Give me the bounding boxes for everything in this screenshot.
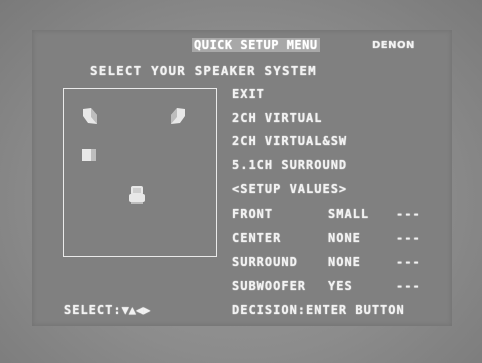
setting-extra-subwoofer: ---	[396, 279, 421, 293]
osd-screen: QUICK SETUP MENU DENON SELECT YOUR SPEAK…	[0, 0, 482, 363]
menu-item-setup-values[interactable]: <SETUP VALUES>	[232, 182, 347, 196]
speaker-front-right-icon	[171, 108, 185, 124]
speaker-surround-left-icon	[82, 149, 96, 161]
page-subtitle: SELECT YOUR SPEAKER SYSTEM	[90, 63, 317, 78]
menu-title: QUICK SETUP MENU	[192, 38, 320, 52]
menu-item-2ch-virtual[interactable]: 2CH VIRTUAL	[232, 111, 322, 125]
footer-decision-hint: DECISION:ENTER BUTTON	[232, 303, 405, 317]
listener-seat-icon	[129, 186, 145, 204]
brand-logo: DENON	[372, 40, 415, 51]
setting-extra-surround: ---	[396, 255, 421, 269]
setting-value-subwoofer[interactable]: YES	[328, 279, 353, 293]
setting-label-subwoofer: SUBWOOFER	[232, 279, 307, 293]
setting-extra-center: ---	[396, 231, 421, 245]
setting-value-surround[interactable]: NONE	[328, 255, 361, 269]
menu-item-2ch-virtual-sw[interactable]: 2CH VIRTUAL&SW	[232, 134, 347, 148]
setting-extra-front: ---	[396, 207, 421, 221]
setting-label-surround: SURROUND	[232, 255, 298, 269]
setting-label-front: FRONT	[232, 207, 274, 221]
footer-select-hint: SELECT:▼▲◀▶	[64, 303, 150, 317]
setting-value-front[interactable]: SMALL	[328, 207, 369, 221]
select-label: SELECT:	[64, 303, 122, 317]
speaker-front-left-icon	[83, 108, 97, 124]
setting-value-center[interactable]: NONE	[328, 231, 361, 245]
menu-item-exit[interactable]: EXIT	[232, 87, 265, 101]
setting-label-center: CENTER	[232, 231, 282, 245]
navigation-arrows-icon: ▼▲◀▶	[121, 303, 151, 317]
menu-item-5-1ch-surround[interactable]: 5.1CH SURROUND	[232, 158, 347, 172]
speaker-layout-diagram	[63, 88, 217, 257]
